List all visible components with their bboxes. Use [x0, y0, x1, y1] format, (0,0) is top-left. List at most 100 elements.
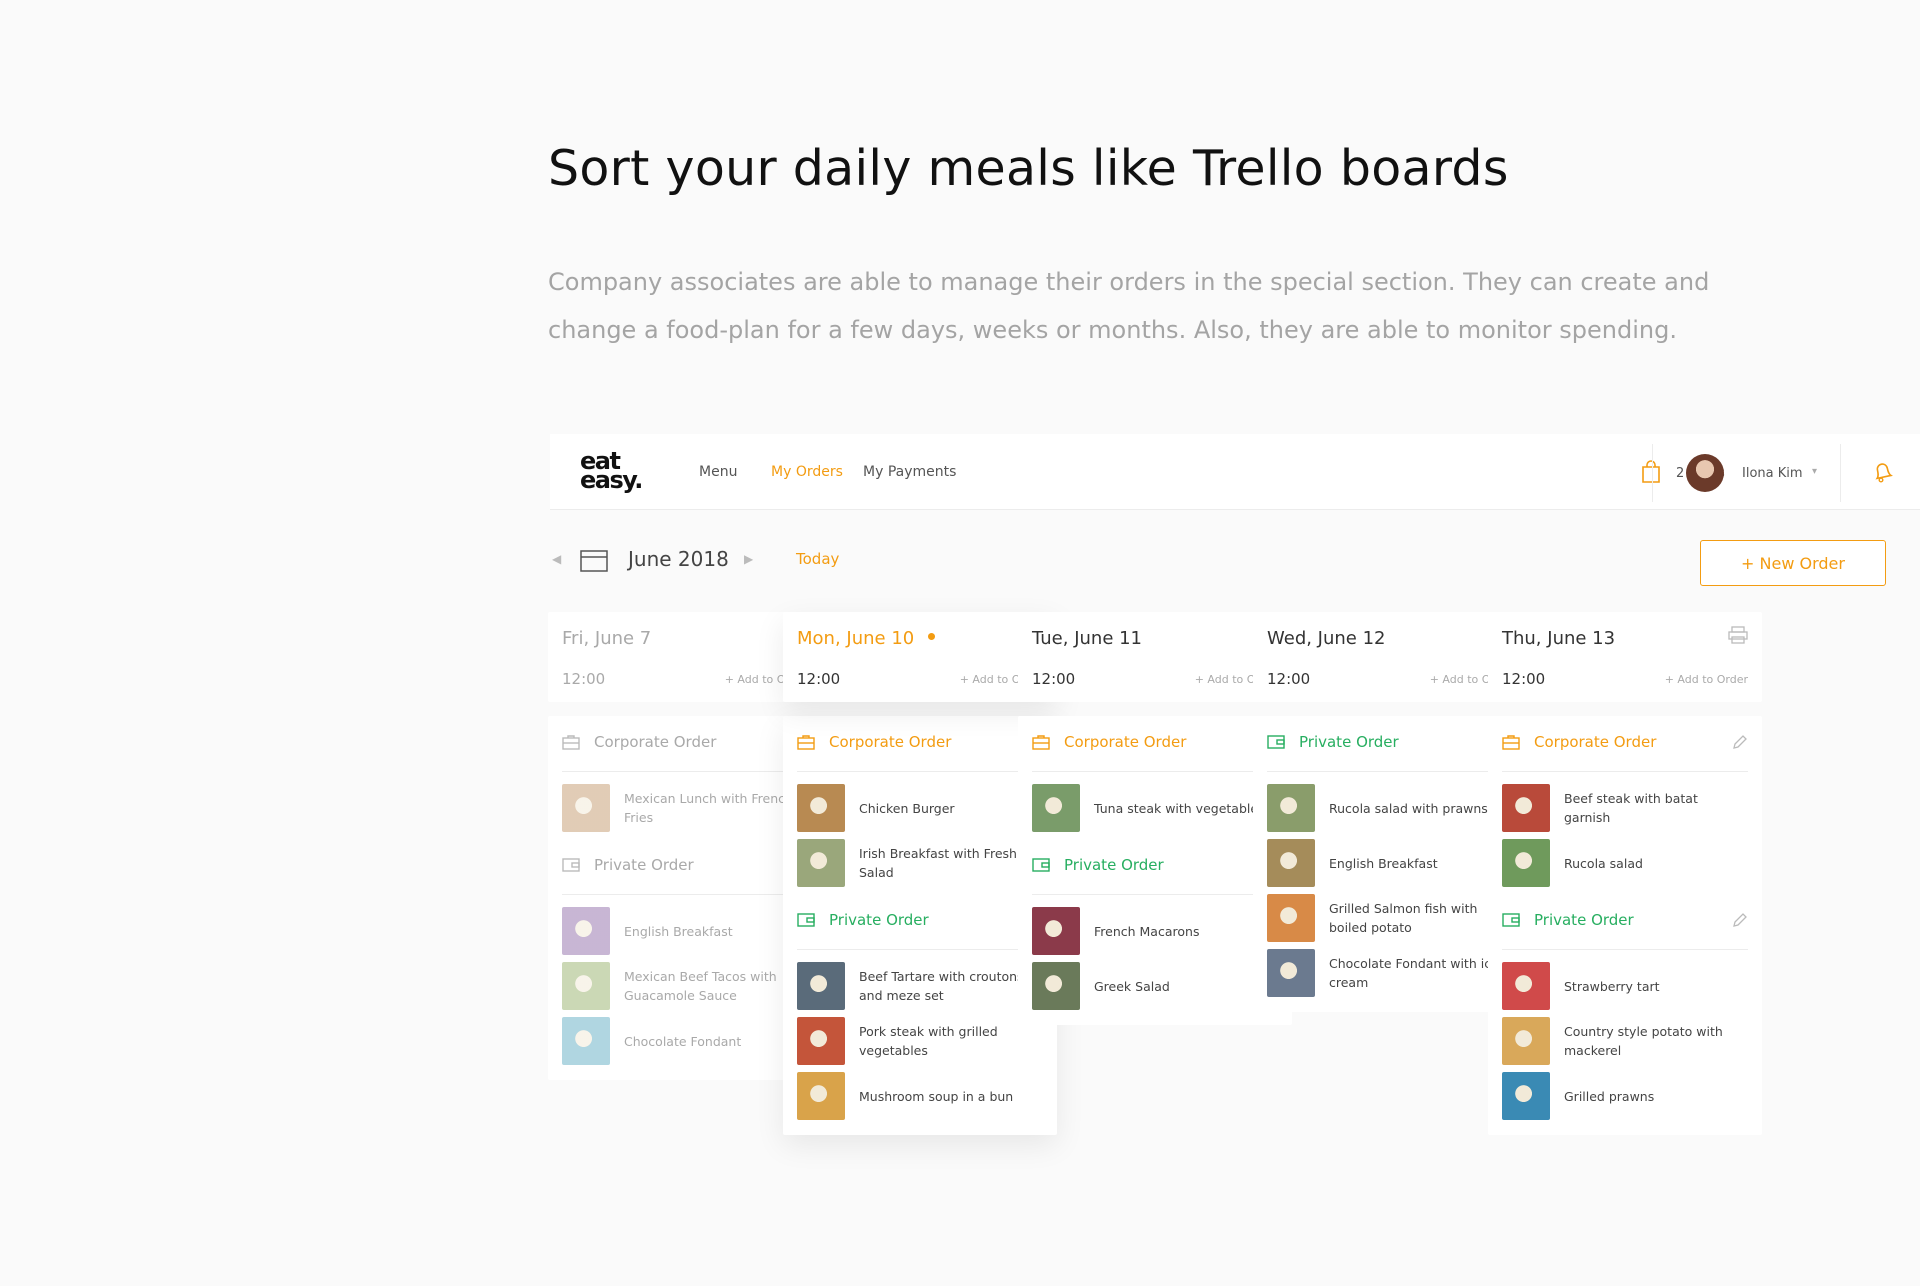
new-order-button[interactable]: + New Order [1700, 540, 1886, 586]
private-order-header[interactable]: Private Order [797, 894, 1043, 950]
day-title: Thu, June 13 [1502, 628, 1616, 649]
day-header-card[interactable]: Mon, June 10 12:00 + Add to Order [783, 612, 1057, 702]
calendar-icon[interactable] [580, 549, 608, 577]
avatar[interactable] [1686, 454, 1724, 492]
list-item[interactable]: Grilled prawns [1502, 1072, 1748, 1120]
bell-icon[interactable] [1872, 460, 1894, 488]
list-item[interactable]: Chocolate Fondant [562, 1017, 808, 1065]
dish-thumbnail [1502, 962, 1550, 1010]
list-item[interactable]: Beef Tartare with croutons and meze set [797, 962, 1043, 1010]
divider [1840, 444, 1841, 502]
day-time: 12:00 [797, 670, 841, 688]
list-item[interactable]: English Breakfast [1267, 839, 1513, 887]
corporate-order-header[interactable]: Corporate Order [562, 716, 808, 772]
list-item[interactable]: Country style potato with mackerel [1502, 1017, 1748, 1065]
month-label: June 2018 [628, 547, 729, 571]
printer-icon[interactable] [1728, 626, 1748, 648]
shopping-bag-icon[interactable] [1640, 460, 1662, 488]
order-label: Private Order [594, 856, 694, 874]
list-item[interactable]: English Breakfast [562, 907, 808, 955]
list-item[interactable]: Rucola salad with prawns [1267, 784, 1513, 832]
nav-my-payments[interactable]: My Payments [863, 464, 956, 480]
nav-menu[interactable]: Menu [699, 464, 737, 480]
list-item[interactable]: Beef steak with batat garnish [1502, 784, 1748, 832]
day-column: Wed, June 12 12:00 + Add to Order Privat… [1253, 612, 1527, 1012]
private-order-header[interactable]: Private Order [562, 839, 808, 895]
list-item[interactable]: Chicken Burger [797, 784, 1043, 832]
top-navbar: eat easy. Menu My Orders My Payments 2 I… [550, 434, 1920, 510]
corporate-order-header[interactable]: Corporate Order [797, 716, 1043, 772]
day-time: 12:00 [1267, 670, 1311, 688]
next-month-icon[interactable]: ▶ [744, 552, 753, 566]
today-link[interactable]: Today [796, 550, 839, 568]
add-to-order-link[interactable]: + Add to Order [1665, 673, 1748, 686]
order-label: Corporate Order [829, 733, 952, 751]
page-headline: Sort your daily meals like Trello boards [548, 140, 1509, 197]
app-window: eat easy. Menu My Orders My Payments 2 I… [548, 432, 1920, 1182]
pencil-icon[interactable] [1732, 734, 1748, 754]
private-order-header[interactable]: Private Order [1502, 894, 1748, 950]
orders-card: Corporate Order Beef steak with batat ga… [1488, 716, 1762, 1135]
dish-name: Greek Salad [1094, 978, 1170, 994]
orders-card: Corporate Order Chicken Burger Irish Brea… [783, 716, 1057, 1135]
dish-name: English Breakfast [1329, 855, 1438, 871]
day-column: Thu, June 13 12:00 + Add to Order Corpor… [1488, 612, 1762, 1135]
dish-name: Mushroom soup in a bun [859, 1088, 1014, 1104]
chevron-down-icon[interactable]: ▾ [1812, 466, 1817, 477]
prev-month-icon[interactable]: ◀ [552, 552, 561, 566]
pencil-icon[interactable] [1732, 912, 1748, 932]
logo[interactable]: eat easy. [580, 449, 643, 492]
orders-card: Private Order Rucola salad with prawns En… [1253, 716, 1527, 1012]
day-time: 12:00 [562, 670, 606, 688]
list-item[interactable]: Chocolate Fondant with ice cream [1267, 949, 1513, 997]
day-header-card[interactable]: Tue, June 11 12:00 + Add to Order [1018, 612, 1292, 702]
dish-name: Country style potato with mackerel [1564, 1024, 1723, 1058]
dish-name: Chicken Burger [859, 800, 955, 816]
dish-thumbnail [1502, 1017, 1550, 1065]
wallet-icon [1502, 912, 1520, 932]
corporate-order-header[interactable]: Corporate Order [1032, 716, 1278, 772]
dish-thumbnail [797, 784, 845, 832]
dish-name: Tuna steak with vegetables [1094, 800, 1265, 816]
dish-name: Mexican Lunch with French Fries [624, 791, 793, 825]
list-item[interactable]: Mexican Beef Tacos with Guacamole Sauce [562, 962, 808, 1010]
order-label: Corporate Order [1534, 733, 1657, 751]
private-order-header[interactable]: Private Order [1267, 716, 1513, 772]
wallet-icon [797, 912, 815, 932]
list-item[interactable]: Strawberry tart [1502, 962, 1748, 1010]
briefcase-icon [797, 734, 815, 754]
private-order-header[interactable]: Private Order [1032, 839, 1278, 895]
briefcase-icon [1032, 734, 1050, 754]
list-item[interactable]: Tuna steak with vegetables [1032, 784, 1278, 832]
list-item[interactable]: Pork steak with grilled vegetables [797, 1017, 1043, 1065]
day-column: Tue, June 11 12:00 + Add to Order Corpor… [1018, 612, 1292, 1025]
list-item[interactable]: Irish Breakfast with Fresh Salad [797, 839, 1043, 887]
list-item[interactable]: Mushroom soup in a bun [797, 1072, 1043, 1120]
dish-name: Rucola salad [1564, 855, 1643, 871]
dish-thumbnail [1502, 1072, 1550, 1120]
list-item[interactable]: Rucola salad [1502, 839, 1748, 887]
dish-name: Grilled prawns [1564, 1088, 1655, 1104]
corporate-order-header[interactable]: Corporate Order [1502, 716, 1748, 772]
day-time: 12:00 [1502, 670, 1546, 688]
day-header-card[interactable]: Wed, June 12 12:00 + Add to Order [1253, 612, 1527, 702]
dish-name: Irish Breakfast with Fresh Salad [859, 846, 1017, 880]
dish-thumbnail [1267, 784, 1315, 832]
list-item[interactable]: French Macarons [1032, 907, 1278, 955]
user-name[interactable]: Ilona Kim [1742, 466, 1803, 481]
briefcase-icon [1502, 734, 1520, 754]
list-item[interactable]: Mexican Lunch with French Fries [562, 784, 808, 832]
nav-my-orders[interactable]: My Orders [771, 464, 843, 480]
dish-name: Grilled Salmon fish with boiled potato [1329, 901, 1478, 935]
wallet-icon [1032, 857, 1050, 877]
day-header-card[interactable]: Fri, June 7 12:00 + Add to Order [548, 612, 822, 702]
order-label: Private Order [1299, 733, 1399, 751]
list-item[interactable]: Grilled Salmon fish with boiled potato [1267, 894, 1513, 942]
dish-name: Strawberry tart [1564, 978, 1660, 994]
list-item[interactable]: Greek Salad [1032, 962, 1278, 1010]
day-title: Mon, June 10 [797, 628, 936, 649]
day-header-card[interactable]: Thu, June 13 12:00 + Add to Order [1488, 612, 1762, 702]
order-label: Private Order [1534, 911, 1634, 929]
orders-card: Corporate Order Tuna steak with vegetabl… [1018, 716, 1292, 1025]
divider [1652, 444, 1653, 502]
